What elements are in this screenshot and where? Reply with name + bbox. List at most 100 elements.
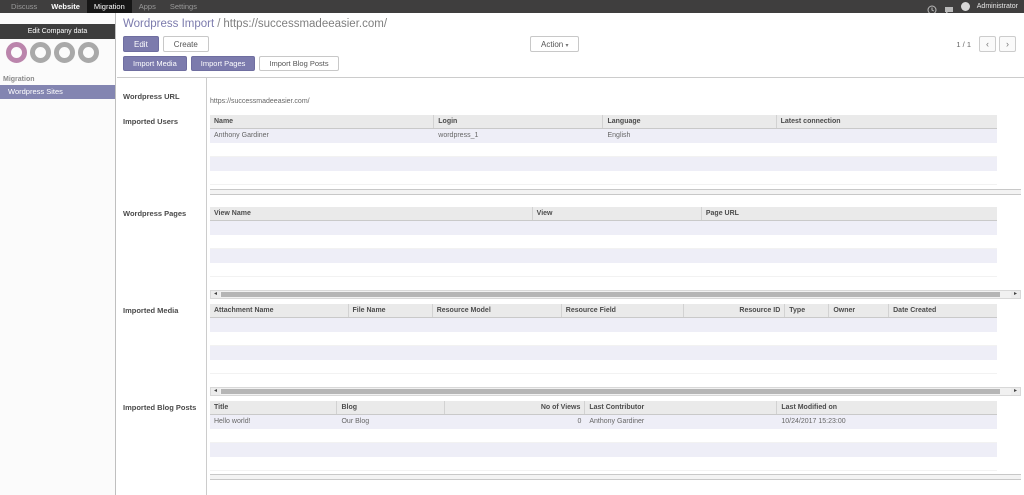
column-header[interactable]: No of Views <box>445 401 586 414</box>
column-header[interactable]: Last Modified on <box>777 401 997 414</box>
logo-ring-icon <box>78 42 99 63</box>
menu-discuss[interactable]: Discuss <box>4 0 44 13</box>
table-cell <box>777 143 997 156</box>
table-row[interactable]: Anthony Gardiner wordpress_1 English <box>210 129 997 143</box>
topbar-right: Administrator <box>927 0 1018 14</box>
table-cell <box>684 332 786 345</box>
imported-blog-posts-hscrollbar[interactable] <box>210 474 1021 480</box>
table-cell: Anthony Gardiner <box>589 418 645 425</box>
column-header[interactable]: Date Created <box>889 304 997 317</box>
app-menus: Discuss Website Migration Apps Settings <box>4 0 204 13</box>
action-dropdown-button[interactable]: Action ▾ <box>530 36 580 52</box>
chevron-down-icon: ▾ <box>565 42 569 49</box>
table-cell <box>889 318 997 332</box>
column-header[interactable]: Login <box>434 115 604 128</box>
table-header-row: View Name View Page URL <box>210 207 997 221</box>
table-cell <box>585 429 777 442</box>
table-cell <box>433 360 562 373</box>
table-cell: Hello world! <box>214 418 251 425</box>
table-cell: Our Blog <box>341 418 370 425</box>
column-header[interactable]: Title <box>210 401 338 414</box>
import-pages-button[interactable]: Import Pages <box>190 56 256 71</box>
scrollbar-track[interactable] <box>220 291 1011 298</box>
menu-migration[interactable]: Migration <box>86 0 132 13</box>
avatar <box>960 2 970 11</box>
table-cell <box>533 263 702 276</box>
column-header[interactable]: Resource ID <box>684 304 786 317</box>
scroll-left-icon[interactable]: ◂ <box>211 388 220 395</box>
scroll-left-icon[interactable]: ◂ <box>211 291 220 298</box>
menu-apps[interactable]: Apps <box>132 0 163 13</box>
menu-settings[interactable]: Settings <box>163 0 204 13</box>
column-header[interactable]: Resource Model <box>433 304 562 317</box>
field-label-imported-blog-posts: Imported Blog Posts <box>123 403 197 412</box>
import-blog-posts-button[interactable]: Import Blog Posts <box>259 56 339 71</box>
table-empty-row <box>210 332 997 346</box>
form-sheet: Wordpress URL https://successmadeeasier.… <box>117 77 1024 495</box>
table-cell <box>434 157 603 171</box>
table-cell <box>433 318 562 332</box>
table-cell <box>702 221 997 235</box>
table-empty-row <box>210 360 997 374</box>
table-cell: Anthony Gardiner <box>214 132 269 139</box>
table-empty-row <box>210 318 997 332</box>
column-header[interactable]: Page URL <box>702 207 997 220</box>
imported-users-hscrollbar[interactable] <box>210 189 1021 195</box>
table-cell <box>210 171 434 184</box>
column-header[interactable]: Owner <box>829 304 890 317</box>
table-cell <box>434 143 603 156</box>
user-name[interactable]: Administrator <box>977 3 1018 10</box>
scrollbar-thumb[interactable] <box>221 389 1001 394</box>
edit-company-data-button[interactable]: Edit Company data <box>0 24 115 39</box>
logo-ring-icon <box>54 42 75 63</box>
wordpress-pages-hscrollbar[interactable]: ◂ ▸ <box>210 290 1021 299</box>
table-cell <box>785 332 829 345</box>
scroll-right-icon[interactable]: ▸ <box>1011 388 1020 395</box>
table-row[interactable]: Hello world! Our Blog 0 Anthony Gardiner 10/… <box>210 415 997 429</box>
table-empty-row <box>210 429 997 443</box>
pager-next-button[interactable]: › <box>999 36 1016 52</box>
edit-button[interactable]: Edit <box>123 36 159 52</box>
clock-icon[interactable] <box>927 2 937 14</box>
column-header[interactable]: View Name <box>210 207 533 220</box>
column-header[interactable]: Type <box>785 304 830 317</box>
table-cell <box>562 318 684 332</box>
table-empty-row <box>210 457 997 471</box>
create-button[interactable]: Create <box>162 36 209 52</box>
table-cell <box>777 443 997 457</box>
table-cell <box>562 332 684 345</box>
table-cell <box>433 332 562 345</box>
table-cell <box>210 143 434 156</box>
scroll-right-icon[interactable]: ▸ <box>1011 291 1020 298</box>
column-header[interactable]: Language <box>603 115 777 128</box>
control-button-row: Edit Create Action ▾ 1 / 1 ‹ › <box>117 33 1024 56</box>
table-cell <box>702 235 997 248</box>
import-media-button[interactable]: Import Media <box>123 56 187 71</box>
menu-website[interactable]: Website <box>44 0 87 13</box>
scrollbar-track[interactable] <box>220 388 1011 395</box>
table-cell <box>785 360 829 373</box>
scrollbar-thumb[interactable] <box>221 292 1001 297</box>
sidebar-item-wordpress-sites[interactable]: Wordpress Sites <box>0 85 115 99</box>
table-cell <box>777 171 997 184</box>
column-header[interactable]: View <box>533 207 702 220</box>
table-empty-row <box>210 221 997 235</box>
imported-blog-posts-table: Title Blog No of Views Last Contributor Last… <box>210 401 997 471</box>
field-label-wordpress-url: Wordpress URL <box>123 92 180 101</box>
table-cell <box>337 457 445 470</box>
table-cell <box>684 318 786 332</box>
pager-prev-button[interactable]: ‹ <box>979 36 996 52</box>
column-header[interactable]: File Name <box>349 304 433 317</box>
chat-icon[interactable] <box>944 2 954 14</box>
imported-media-hscrollbar[interactable]: ◂ ▸ <box>210 387 1021 396</box>
column-header[interactable]: Resource Field <box>562 304 684 317</box>
table-cell <box>777 429 997 442</box>
field-wordpress-url: Wordpress URL https://successmadeeasier.… <box>117 90 1024 108</box>
column-header[interactable]: Blog <box>337 401 446 414</box>
field-wordpress-pages: Wordpress Pages View Name View Page URL ◂ … <box>117 207 1024 299</box>
column-header[interactable]: Attachment Name <box>210 304 349 317</box>
column-header[interactable]: Last Contributor <box>585 401 778 414</box>
breadcrumb-wordpress-import[interactable]: Wordpress Import <box>123 18 214 30</box>
column-header[interactable]: Latest connection <box>777 115 997 128</box>
column-header[interactable]: Name <box>210 115 435 128</box>
